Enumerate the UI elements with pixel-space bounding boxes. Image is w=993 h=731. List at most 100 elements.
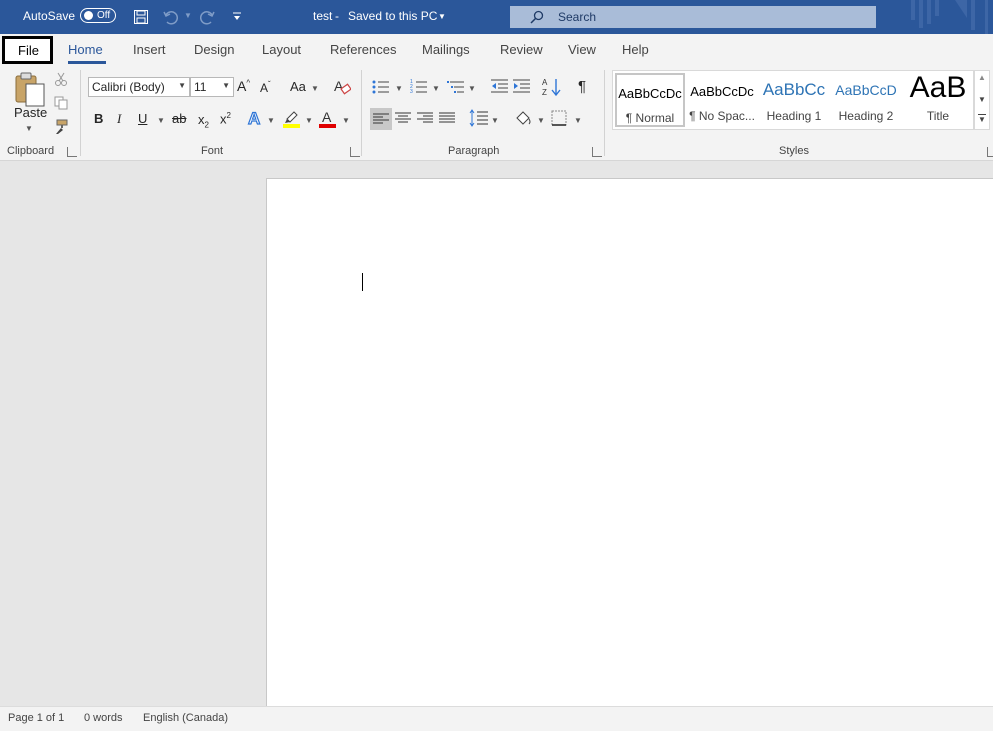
decrease-indent-icon[interactable] xyxy=(491,79,509,93)
search-box[interactable]: Search xyxy=(510,6,876,28)
multilevel-dropdown-icon[interactable]: ▼ xyxy=(468,84,476,93)
font-family-value: Calibri (Body) xyxy=(92,80,165,94)
bullets-dropdown-icon[interactable]: ▼ xyxy=(395,84,403,93)
paragraph-launcher-icon[interactable] xyxy=(592,147,602,157)
numbering-icon[interactable]: 123 xyxy=(410,79,428,95)
style-preview: AaB xyxy=(909,73,967,104)
style-heading-2[interactable]: AaBbCcD Heading 2 xyxy=(831,73,901,127)
svg-text:Z: Z xyxy=(542,88,547,97)
more-styles-icon[interactable]: ▼ xyxy=(978,114,986,124)
tab-layout[interactable]: Layout xyxy=(262,42,301,57)
tab-mailings[interactable]: Mailings xyxy=(422,42,470,57)
font-color-dropdown-icon[interactable]: ▼ xyxy=(342,116,350,125)
shrink-font-button[interactable]: Aˇ xyxy=(260,80,271,95)
align-center-icon[interactable] xyxy=(394,111,412,125)
save-icon[interactable] xyxy=(133,9,149,25)
title-dropdown-icon[interactable]: ▼ xyxy=(438,12,446,21)
show-formatting-button[interactable]: ¶ xyxy=(578,78,586,95)
align-right-icon[interactable] xyxy=(416,111,434,125)
style-preview: AaBbCcDc xyxy=(690,84,754,99)
numbering-dropdown-icon[interactable]: ▼ xyxy=(432,84,440,93)
tab-references[interactable]: References xyxy=(330,42,396,57)
tab-insert[interactable]: Insert xyxy=(133,42,166,57)
style-heading-1[interactable]: AaBbCc Heading 1 xyxy=(759,73,829,127)
tab-file[interactable]: File xyxy=(2,36,53,64)
subscript-button[interactable]: x2 xyxy=(198,112,209,130)
superscript-button[interactable]: x2 xyxy=(220,111,231,126)
style-preview: AaBbCcDc xyxy=(618,86,682,101)
autosave-toggle[interactable]: Off xyxy=(80,8,116,23)
account-graphic xyxy=(905,0,993,34)
tab-design[interactable]: Design xyxy=(194,42,234,57)
toggle-knob xyxy=(84,11,93,20)
redo-icon[interactable] xyxy=(200,9,216,25)
font-family-select[interactable]: Calibri (Body) ▼ xyxy=(88,77,190,97)
clear-formatting-icon[interactable]: A xyxy=(333,78,351,96)
bullets-icon[interactable] xyxy=(372,80,390,94)
tab-home[interactable]: Home xyxy=(68,42,103,57)
word-count[interactable]: 0 words xyxy=(84,712,123,724)
underline-dropdown-icon[interactable]: ▼ xyxy=(157,116,165,125)
chevron-down-icon: ▼ xyxy=(222,81,230,90)
tab-review[interactable]: Review xyxy=(500,42,543,57)
style-no-spacing[interactable]: AaBbCcDc ¶ No Spac... xyxy=(687,73,757,127)
bold-button[interactable]: B xyxy=(94,111,103,126)
multilevel-list-icon[interactable] xyxy=(447,79,465,95)
copy-icon[interactable] xyxy=(54,96,68,110)
language-indicator[interactable]: English (Canada) xyxy=(143,712,228,724)
change-case-button[interactable]: Aa xyxy=(290,79,306,94)
style-name: Heading 2 xyxy=(838,109,894,123)
text-effects-dropdown-icon[interactable]: ▼ xyxy=(267,116,275,125)
line-spacing-dropdown-icon[interactable]: ▼ xyxy=(491,116,499,125)
font-color-icon[interactable]: A xyxy=(319,109,337,129)
underline-button[interactable]: U xyxy=(138,111,147,126)
page-count[interactable]: Page 1 of 1 xyxy=(8,712,64,724)
tab-help[interactable]: Help xyxy=(622,42,649,57)
cut-icon[interactable] xyxy=(54,72,68,86)
doc-title[interactable]: test xyxy=(313,9,332,23)
shading-icon[interactable] xyxy=(514,109,532,127)
italic-button[interactable]: I xyxy=(117,111,121,127)
highlight-dropdown-icon[interactable]: ▼ xyxy=(305,116,313,125)
highlight-color-icon[interactable] xyxy=(283,109,301,129)
borders-icon[interactable] xyxy=(551,110,567,126)
increase-indent-icon[interactable] xyxy=(513,79,531,93)
undo-dropdown-icon[interactable]: ▼ xyxy=(184,11,192,20)
style-title[interactable]: AaB Title xyxy=(903,73,973,127)
undo-icon[interactable] xyxy=(162,9,178,25)
paragraph-group-label: Paragraph xyxy=(448,145,500,157)
autosave-state: Off xyxy=(97,10,111,21)
scroll-down-icon[interactable]: ▼ xyxy=(978,95,986,104)
tab-view[interactable]: View xyxy=(568,42,596,57)
search-placeholder: Search xyxy=(558,10,597,24)
justify-icon[interactable] xyxy=(438,111,456,125)
styles-launcher-icon[interactable] xyxy=(987,147,993,157)
style-normal[interactable]: AaBbCcDc ¶ Normal xyxy=(615,73,685,127)
shading-dropdown-icon[interactable]: ▼ xyxy=(537,116,545,125)
paste-icon[interactable] xyxy=(12,72,48,108)
svg-text:A: A xyxy=(248,109,260,127)
style-name: ¶ No Spac... xyxy=(689,109,755,123)
strikethrough-button[interactable]: ab xyxy=(172,111,186,126)
clipboard-launcher-icon[interactable] xyxy=(67,147,77,157)
scroll-up-icon[interactable]: ▲ xyxy=(978,73,986,82)
style-name: Title xyxy=(926,109,950,123)
svg-text:3: 3 xyxy=(410,89,413,95)
document-page[interactable] xyxy=(266,178,993,707)
format-painter-icon[interactable] xyxy=(53,119,69,135)
paste-dropdown-icon[interactable]: ▼ xyxy=(25,124,33,133)
change-case-dropdown-icon[interactable]: ▼ xyxy=(311,84,319,93)
align-left-button[interactable] xyxy=(370,108,392,130)
font-size-select[interactable]: 11 ▼ xyxy=(190,77,234,97)
sort-icon[interactable]: AZ xyxy=(542,77,562,97)
save-status[interactable]: Saved to this PC xyxy=(348,9,437,23)
customize-qat-icon[interactable] xyxy=(231,11,243,23)
grow-font-button[interactable]: A^ xyxy=(237,78,250,94)
borders-dropdown-icon[interactable]: ▼ xyxy=(574,116,582,125)
font-launcher-icon[interactable] xyxy=(350,147,360,157)
paste-button[interactable]: Paste xyxy=(14,105,47,120)
line-spacing-icon[interactable] xyxy=(469,109,489,127)
text-effects-icon[interactable]: A xyxy=(247,109,265,127)
style-name: Heading 1 xyxy=(766,109,822,123)
title-dash: - xyxy=(335,9,339,23)
